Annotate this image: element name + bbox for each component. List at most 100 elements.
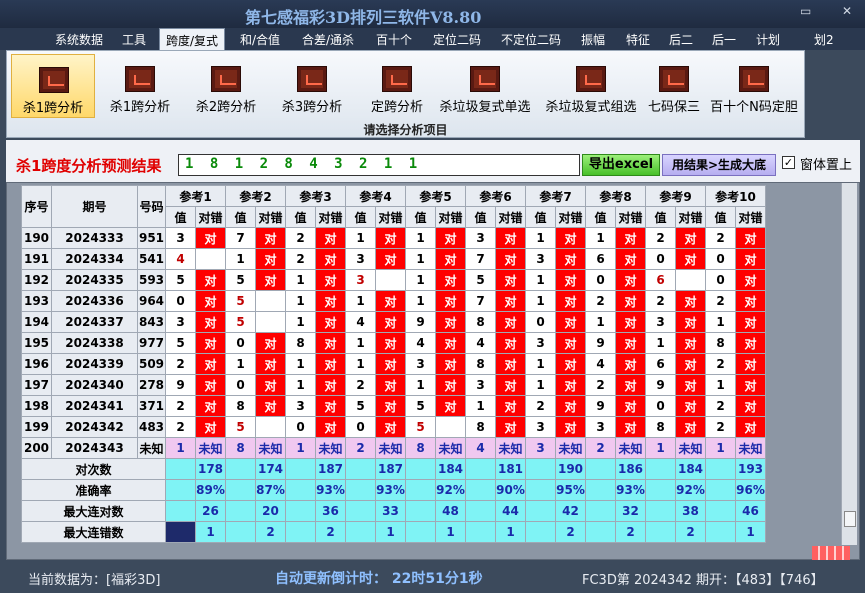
cell-right-wrong: 对 [735,290,766,312]
cell-right-wrong: 对 [315,227,346,249]
stat-spacer [705,479,736,501]
export-excel-button[interactable]: 导出excel [582,154,660,176]
menu-plan-2[interactable]: 划2 [814,31,834,48]
cell-right-wrong: 对 [255,269,286,291]
cell-value: 3 [525,437,556,459]
cell-index: 199 [21,416,52,438]
table-row[interactable]: 197 2024340 278 9 对 0 对 1 对 2 对 1 对 3 对 1 对 2 对 9 对 1 对 [21,374,766,396]
close-icon[interactable]: ✕ [842,4,852,18]
cell-right-wrong: 对 [675,416,706,438]
cell-value: 4 [165,248,196,270]
pin-window-checkbox[interactable]: ✓ [782,156,795,169]
stat-spacer [525,458,556,480]
ribbon-kill2-span[interactable]: 杀2跨分析 [185,54,267,118]
cell-value: 2 [705,227,736,249]
stat-spacer [525,479,556,501]
cell-right-wrong: 对 [555,269,586,291]
latest-draw-info: FC3D第 2024342 期开：【483】【746】 [582,573,824,588]
stat-value: 1 [495,521,526,543]
cell-period: 2024333 [51,227,138,249]
cell-value: 8 [465,416,496,438]
stat-spacer [705,500,736,522]
stat-spacer [585,521,616,543]
cell-right-wrong: 未知 [495,437,526,459]
cell-right-wrong: 对 [315,416,346,438]
result-value-field[interactable]: 1 8 1 2 8 4 3 2 1 1 [178,154,580,176]
stat-label: 最大连错数 [21,521,166,543]
cell-right-wrong: 对 [255,353,286,375]
cell-right-wrong: 对 [615,332,646,354]
ribbon-ncode-fixed-gall[interactable]: 百十个N码定胆 [707,54,801,118]
cell-right-wrong [675,269,706,291]
ribbon-fixed-span[interactable]: 定跨分析 [357,54,437,118]
menu-span-compound[interactable]: 跨度/复式 [159,28,226,52]
stat-value: 1 [735,521,766,543]
table-row[interactable]: 191 2024334 541 4 1 对 2 对 3 对 1 对 7 对 3 对 6 对 0 对 0 对 [21,248,766,270]
cell-right-wrong: 对 [435,248,466,270]
cell-index: 198 [21,395,52,417]
menu-last-two[interactable]: 后二 [669,31,693,48]
menu-fixed-two-code[interactable]: 定位二码 [433,31,481,48]
ribbon-junk-compound-group[interactable]: 杀垃圾复式组选 [539,54,643,118]
cell-right-wrong: 对 [615,374,646,396]
menu-plan[interactable]: 计划 [756,31,780,48]
menu-unfixed-two-code[interactable]: 不定位二码 [501,31,561,48]
table-row[interactable]: 196 2024339 509 2 对 1 对 1 对 1 对 3 对 8 对 1 对 4 对 6 对 2 对 [21,353,766,375]
cell-right-wrong: 对 [735,416,766,438]
generate-base-button[interactable]: 用结果>生成大底 [662,154,776,176]
ribbon-seven-code-three[interactable]: 七码保三 [643,54,705,118]
menu-amplitude[interactable]: 振幅 [581,31,605,48]
cell-right-wrong: 对 [735,227,766,249]
cell-right-wrong: 对 [555,332,586,354]
subheader-value: 值 [465,206,496,228]
cell-right-wrong: 未知 [555,437,586,459]
table-row[interactable]: 190 2024333 951 3 对 7 对 2 对 1 对 1 对 3 对 1 对 1 对 2 对 2 对 [21,227,766,249]
menu-tools[interactable]: 工具 [122,31,146,48]
cell-value: 1 [405,227,436,249]
menu-last-one[interactable]: 后一 [712,31,736,48]
cell-right-wrong: 对 [555,290,586,312]
cell-right-wrong: 对 [195,332,226,354]
cell-value: 2 [165,353,196,375]
menu-feature[interactable]: 特征 [626,31,650,48]
table-row[interactable]: 193 2024336 964 0 对 5 1 对 1 对 1 对 7 对 1 对 2 对 2 对 2 对 [21,290,766,312]
cell-value: 5 [405,416,436,438]
cell-value: 0 [285,416,316,438]
table-row[interactable]: 199 2024342 483 2 对 5 0 对 0 对 5 8 对 3 对 3 对 8 对 2 对 [21,416,766,438]
cell-value: 0 [525,311,556,333]
cell-value: 3 [525,248,556,270]
stat-value: 87% [255,479,286,501]
column-header-ref: 参考3 [285,185,346,207]
cell-value: 2 [705,353,736,375]
cell-right-wrong: 对 [255,248,286,270]
ribbon-label: 杀1跨分析 [109,100,171,115]
restore-icon[interactable]: ▭ [800,4,811,18]
stat-value: 193 [735,458,766,480]
menu-hundreds-tens-units[interactable]: 百十个 [376,31,412,48]
table-row[interactable]: 200 2024343 未知 1 未知 8 未知 1 未知 2 未知 8 未知 4 未知 3 未知 2 未知 1 未知 1… [21,437,766,459]
ribbon-junk-compound-single[interactable]: 杀垃圾复式单选 [433,54,537,118]
table-row[interactable]: 198 2024341 371 2 对 8 对 3 对 5 对 5 对 1 对 2 对 9 对 0 对 2 对 [21,395,766,417]
ribbon-kill3-span[interactable]: 杀3跨分析 [271,54,353,118]
vertical-scrollbar[interactable] [841,183,857,545]
stat-value: 1 [375,521,406,543]
ribbon-kill1-span[interactable]: 杀1跨分析 [99,54,181,118]
cell-right-wrong: 对 [435,227,466,249]
cell-value: 1 [525,374,556,396]
stat-spacer [465,479,496,501]
cell-index: 200 [21,437,52,459]
menu-system-data[interactable]: 系统数据 [55,31,103,48]
ribbon-kill1-span-active[interactable]: 杀1跨分析 [11,54,95,118]
stat-value: 178 [195,458,226,480]
cell-index: 197 [21,374,52,396]
menu-sum-value[interactable]: 和/合值 [240,31,280,48]
cell-period: 2024342 [51,416,138,438]
cell-value: 5 [165,332,196,354]
menu-diff-kill[interactable]: 合差/通杀 [302,31,354,48]
table-row[interactable]: 194 2024337 843 3 对 5 1 对 4 对 9 对 8 对 0 对 1 对 3 对 1 对 [21,311,766,333]
cell-value: 1 [705,374,736,396]
scrollbar-thumb[interactable] [844,511,856,527]
subheader-value: 值 [165,206,196,228]
table-row[interactable]: 192 2024335 593 5 对 5 对 1 对 3 1 对 5 对 1 对 0 对 6 0 对 [21,269,766,291]
table-row[interactable]: 195 2024338 977 5 对 0 对 8 对 1 对 4 对 4 对 3 对 9 对 1 对 8 对 [21,332,766,354]
